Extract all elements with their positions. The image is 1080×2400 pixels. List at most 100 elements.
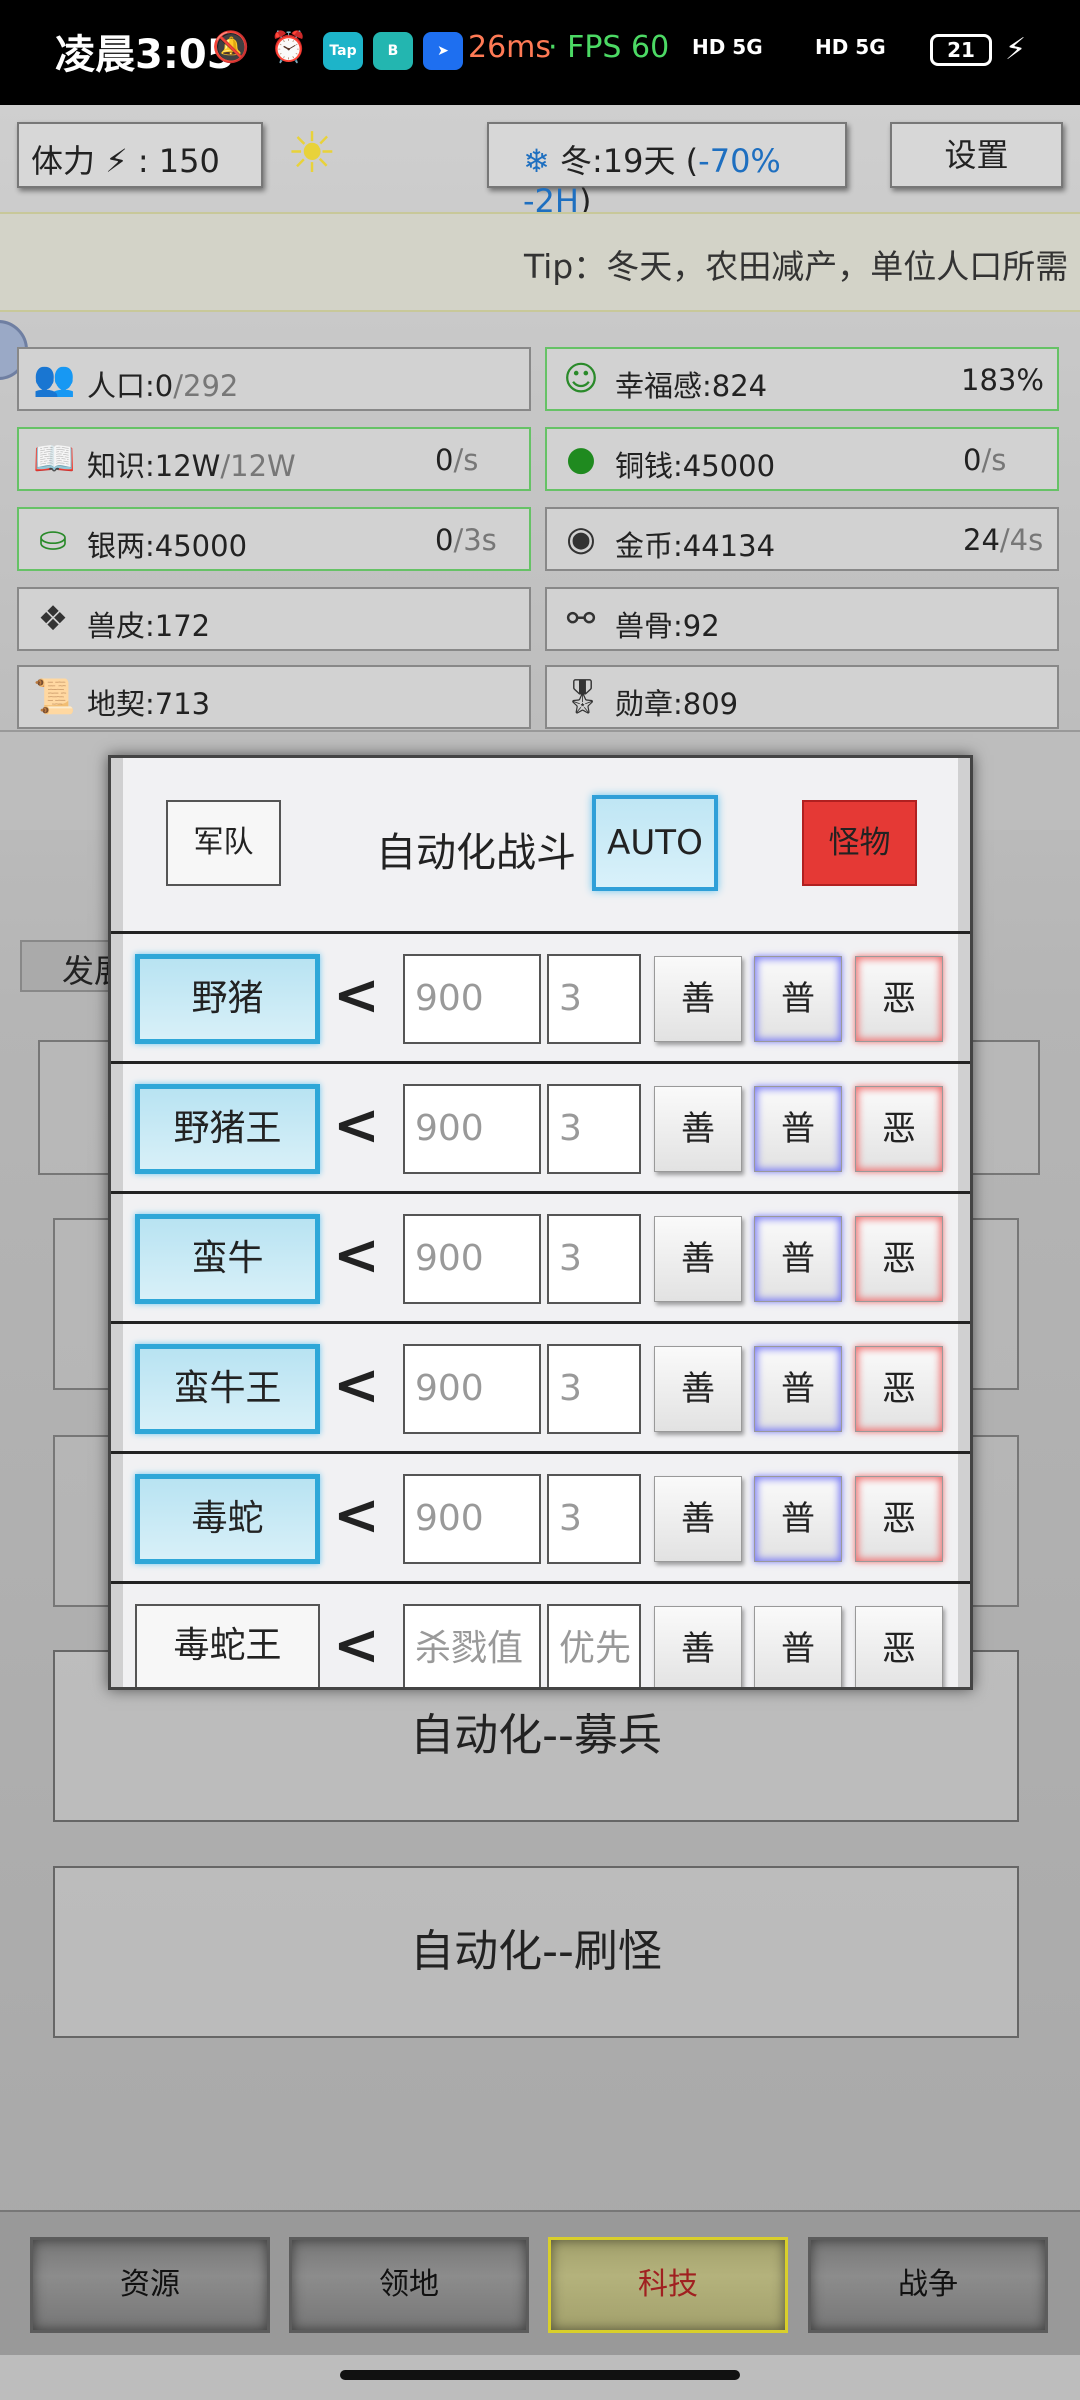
tip-bar: Tip：冬天，农田减产，单位人口所需 bbox=[0, 212, 1080, 312]
nav-technology[interactable]: 科技 bbox=[548, 2237, 788, 2333]
auto-farm-button[interactable]: 自动化--刷怪 bbox=[53, 1866, 1019, 2038]
army-button[interactable]: 军队 bbox=[166, 800, 281, 886]
copper-rate: 0 bbox=[963, 443, 982, 477]
good-button[interactable]: 善 bbox=[654, 1606, 742, 1687]
season-text: 冬:19天 ( bbox=[559, 142, 699, 180]
fps-readout: · FPS 60 bbox=[548, 30, 670, 65]
kill-value-input[interactable]: 900 bbox=[403, 1214, 541, 1304]
good-button[interactable]: 善 bbox=[654, 956, 742, 1042]
knowledge-value: 知识:12W bbox=[87, 449, 221, 483]
tip-text: Tip：冬天，农田减产，单位人口所需 bbox=[524, 247, 1069, 286]
auto-toggle-button[interactable]: AUTO bbox=[592, 795, 718, 891]
normal-button[interactable]: 普 bbox=[754, 1476, 842, 1562]
monster-row: 蛮牛王 < 900 3 善 普 恶 bbox=[111, 1321, 970, 1449]
kill-value-input[interactable]: 900 bbox=[403, 1474, 541, 1564]
gold-value: 金币:44134 bbox=[615, 529, 776, 563]
stat-happiness: ☺ 幸福感:824 183% bbox=[545, 347, 1059, 411]
population-value: 人口:0 bbox=[87, 369, 174, 403]
monster-name-button[interactable]: 毒蛇 bbox=[135, 1474, 320, 1564]
less-than-icon: < bbox=[333, 1093, 380, 1158]
stamina-box: 体力 ⚡ : 150 bbox=[17, 122, 263, 188]
monster-row: 毒蛇 < 900 3 善 普 恶 bbox=[111, 1451, 970, 1579]
monster-name-button[interactable]: 野猪王 bbox=[135, 1084, 320, 1174]
dialog-title: 自动化战斗 bbox=[376, 830, 576, 876]
monster-name-button[interactable]: 毒蛇王 bbox=[135, 1604, 320, 1687]
evil-button[interactable]: 恶 bbox=[855, 1216, 943, 1302]
silent-icon: 🔕 bbox=[212, 30, 250, 65]
normal-button[interactable]: 普 bbox=[754, 956, 842, 1042]
stat-silver: ⛀ 银两:45000 0/3s bbox=[17, 507, 531, 571]
nav-territory[interactable]: 领地 bbox=[289, 2237, 529, 2333]
kill-value-input[interactable]: 900 bbox=[403, 1344, 541, 1434]
kill-value-input[interactable]: 900 bbox=[403, 1084, 541, 1174]
monster-name-button[interactable]: 蛮牛王 bbox=[135, 1344, 320, 1434]
lightning-icon: ⚡ bbox=[105, 142, 128, 180]
monster-row: 野猪王 < 900 3 善 普 恶 bbox=[111, 1061, 970, 1189]
ingot-icon: ⛀ bbox=[38, 519, 68, 559]
stat-hide: ❖ 兽皮:172 bbox=[17, 587, 531, 651]
latency-readout: 26ms bbox=[468, 30, 552, 65]
gold-coin-icon: ◉ bbox=[566, 519, 596, 559]
stat-population: 👥 人口:0/292 bbox=[17, 347, 531, 411]
stat-deed: 📜 地契:713 bbox=[17, 665, 531, 729]
knowledge-unit: /s bbox=[453, 443, 479, 477]
nav-war[interactable]: 战争 bbox=[808, 2237, 1048, 2333]
normal-button[interactable]: 普 bbox=[754, 1216, 842, 1302]
stat-medal: 🎖 勋章:809 bbox=[545, 665, 1059, 729]
evil-button[interactable]: 恶 bbox=[855, 1086, 943, 1172]
hide-value: 兽皮:172 bbox=[87, 609, 211, 643]
less-than-icon: < bbox=[333, 963, 380, 1028]
happiness-value: 幸福感:824 bbox=[615, 369, 768, 403]
copper-value: 铜钱:45000 bbox=[615, 449, 776, 483]
medal-icon: 🎖 bbox=[561, 677, 605, 717]
normal-button[interactable]: 普 bbox=[754, 1086, 842, 1172]
battery-icon: 21 bbox=[930, 34, 992, 66]
less-than-icon: < bbox=[333, 1223, 380, 1288]
stat-knowledge: 📖 知识:12W/12W 0/s bbox=[17, 427, 531, 491]
priority-input[interactable]: 3 bbox=[547, 1474, 641, 1564]
monster-name-button[interactable]: 蛮牛 bbox=[135, 1214, 320, 1304]
good-button[interactable]: 善 bbox=[654, 1346, 742, 1432]
normal-button[interactable]: 普 bbox=[754, 1346, 842, 1432]
stamina-value: : 150 bbox=[137, 142, 220, 180]
season-box: ❄ 冬:19天 (-70% -2H) bbox=[487, 122, 847, 220]
evil-button[interactable]: 恶 bbox=[855, 956, 943, 1042]
evil-button[interactable]: 恶 bbox=[855, 1606, 943, 1687]
priority-input[interactable]: 3 bbox=[547, 1344, 641, 1434]
silver-value: 银两:45000 bbox=[87, 529, 248, 563]
kill-value-input[interactable]: 900 bbox=[403, 954, 541, 1044]
priority-input[interactable]: 3 bbox=[547, 1084, 641, 1174]
priority-input[interactable]: 3 bbox=[547, 1214, 641, 1304]
evil-button[interactable]: 恶 bbox=[855, 1346, 943, 1432]
gold-rate: 24 bbox=[963, 523, 1000, 557]
good-button[interactable]: 善 bbox=[654, 1086, 742, 1172]
home-indicator[interactable] bbox=[340, 2370, 740, 2380]
normal-button[interactable]: 普 bbox=[754, 1606, 842, 1687]
happiness-rate: 183% bbox=[961, 363, 1044, 397]
evil-button[interactable]: 恶 bbox=[855, 1476, 943, 1562]
monster-button[interactable]: 怪物 bbox=[802, 800, 917, 886]
kill-value-input[interactable]: 杀戮值 bbox=[403, 1604, 541, 1687]
silver-rate: 0 bbox=[435, 523, 454, 557]
priority-input[interactable]: 优先 bbox=[547, 1604, 641, 1687]
signal1-icon: HD 5G bbox=[692, 35, 763, 59]
medal-value: 勋章:809 bbox=[615, 687, 739, 721]
settings-button[interactable]: 设置 bbox=[890, 122, 1063, 188]
copper-unit: /s bbox=[981, 443, 1007, 477]
scroll-icon: 📜 bbox=[33, 677, 76, 717]
smile-icon: ☺ bbox=[563, 359, 599, 399]
monster-name-button[interactable]: 野猪 bbox=[135, 954, 320, 1044]
people-icon: 👥 bbox=[33, 359, 76, 399]
priority-input[interactable]: 3 bbox=[547, 954, 641, 1044]
stat-copper: ● 铜钱:45000 0/s bbox=[545, 427, 1059, 491]
knowledge-max: /12W bbox=[220, 449, 296, 483]
charging-icon: ⚡ bbox=[1005, 32, 1027, 67]
nav-resources[interactable]: 资源 bbox=[30, 2237, 270, 2333]
gold-unit: /4s bbox=[999, 523, 1044, 557]
population-max: /292 bbox=[173, 369, 239, 403]
alarm-icon: ⏰ bbox=[270, 30, 308, 65]
good-button[interactable]: 善 bbox=[654, 1216, 742, 1302]
bone-value: 兽骨:92 bbox=[615, 609, 720, 643]
good-button[interactable]: 善 bbox=[654, 1476, 742, 1562]
snowflake-icon: ❄ bbox=[523, 142, 560, 180]
